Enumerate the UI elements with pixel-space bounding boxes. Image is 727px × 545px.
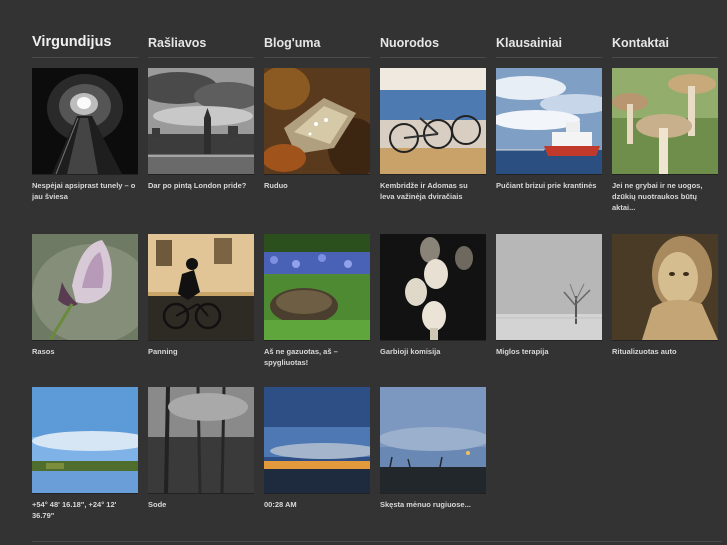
cyclist-photo[interactable] [148,234,254,341]
hedgehog-photo[interactable] [264,234,370,341]
garden-photo[interactable] [148,387,254,494]
heads-photo[interactable] [380,234,486,341]
gallery-caption[interactable]: Jei ne grybai ir ne uogos, dzūkių nuotra… [612,180,716,213]
sunset-photo[interactable] [264,387,370,494]
bicycles-photo[interactable] [380,68,486,175]
tunnel-photo[interactable] [32,68,138,175]
nav-item-klausainiai[interactable]: Klausainiai [496,36,602,58]
gallery-item[interactable]: Skęsta mėnuo rugiuose... [380,387,486,510]
gallery-caption[interactable]: Rasos [32,346,136,357]
ship-photo[interactable] [496,68,602,175]
gallery-item[interactable]: Nespėjai apsiprast tunely – o jau šviesa [32,68,138,202]
gallery-caption[interactable]: Sode [148,499,252,510]
london-photo[interactable] [148,68,254,175]
landscape-photo[interactable] [32,387,138,494]
gallery-caption[interactable]: Kembridže ir Adomas su leva važinėja dvi… [380,180,484,202]
gallery-item[interactable]: Dar po pintą London pride? [148,68,254,191]
gallery-item[interactable]: Miglos terapija [496,234,602,357]
gallery-caption[interactable]: Panning [148,346,252,357]
nav-item-nuorodos[interactable]: Nuorodos [380,36,486,58]
gallery-item[interactable]: Jei ne grybai ir ne uogos, dzūkių nuotra… [612,68,718,213]
old-woman-photo[interactable] [612,234,718,341]
gallery-item[interactable]: Ritualizuotas auto [612,234,718,357]
gallery-caption[interactable]: Nespėjai apsiprast tunely – o jau šviesa [32,180,136,202]
nav-item-bloguma[interactable]: Blog'uma [264,36,370,58]
gallery-item[interactable]: Pučiant brizui prie krantinės [496,68,602,191]
mushrooms-photo[interactable] [612,68,718,175]
gallery-caption[interactable]: Dar po pintą London pride? [148,180,252,191]
gallery-item[interactable]: +54° 48' 16.18", +24° 12' 36.79" [32,387,138,521]
foggy-tree-photo[interactable] [496,234,602,341]
gallery-caption[interactable]: Garbioji komisija [380,346,484,357]
flower-photo[interactable] [32,234,138,341]
gallery-item[interactable]: Ruduo [264,68,370,191]
gallery-caption[interactable]: Ruduo [264,180,368,191]
gallery-item[interactable]: Garbioji komisija [380,234,486,357]
footer-divider [32,541,722,542]
autumn-leaf-photo[interactable] [264,68,370,175]
gallery-item[interactable]: Sode [148,387,254,510]
gallery-item[interactable]: Aš ne gazuotas, aš – spygliuotas! [264,234,370,368]
gallery-caption[interactable]: Pučiant brizui prie krantinės [496,180,600,191]
moon-field-photo[interactable] [380,387,486,494]
gallery-caption[interactable]: Miglos terapija [496,346,600,357]
gallery-caption[interactable]: 00:28 AM [264,499,368,510]
gallery-item[interactable]: 00:28 AM [264,387,370,510]
gallery-item[interactable]: Rasos [32,234,138,357]
nav-item-rasliavos[interactable]: Rašliavos [148,36,254,58]
gallery-caption[interactable]: Ritualizuotas auto [612,346,716,357]
gallery-item[interactable]: Kembridže ir Adomas su leva važinėja dvi… [380,68,486,202]
gallery-caption[interactable]: Aš ne gazuotas, aš – spygliuotas! [264,346,368,368]
gallery-item[interactable]: Panning [148,234,254,357]
gallery-caption[interactable]: +54° 48' 16.18", +24° 12' 36.79" [32,499,136,521]
gallery-caption[interactable]: Skęsta mėnuo rugiuose... [380,499,484,510]
nav-item-kontaktai[interactable]: Kontaktai [612,36,718,58]
nav-brand-link[interactable]: Virgundijus [32,34,138,58]
